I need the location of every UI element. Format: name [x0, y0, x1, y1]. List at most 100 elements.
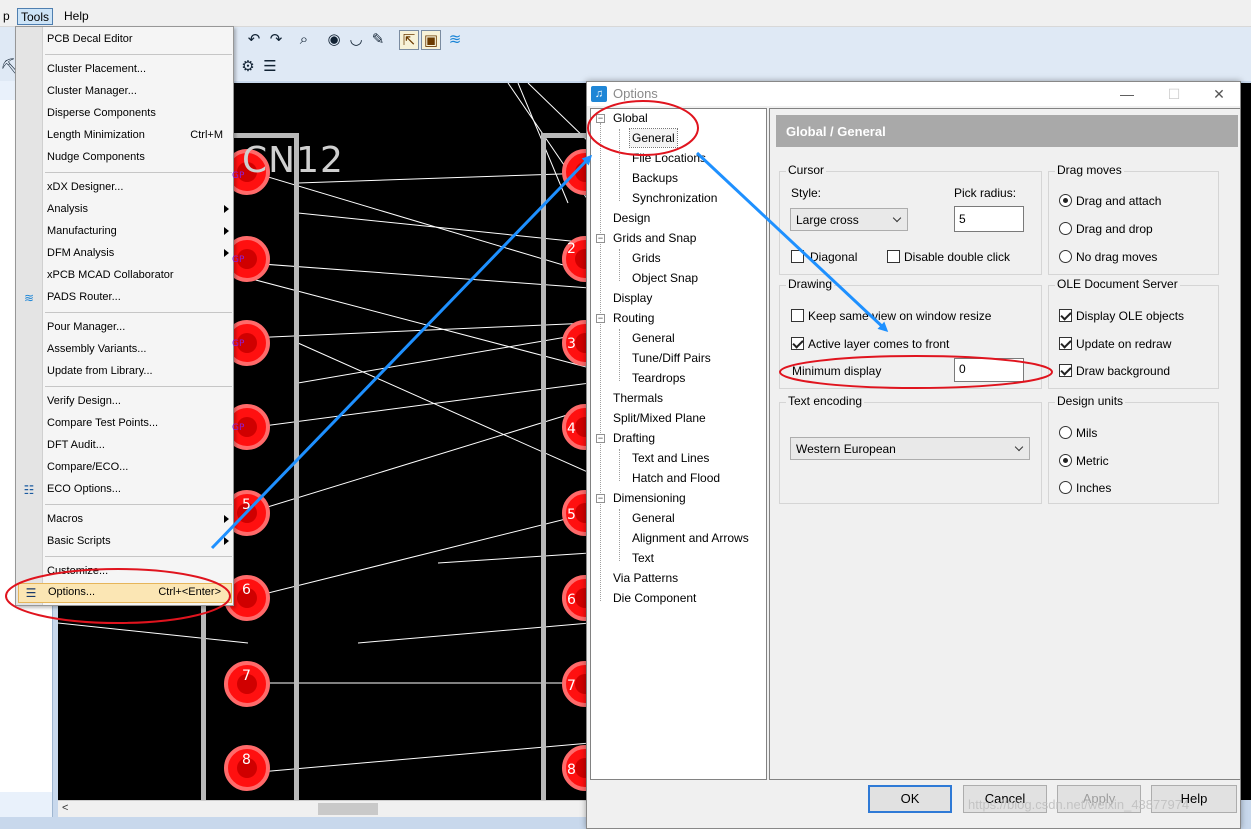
menu-item-macros[interactable]: Macros [43, 510, 233, 530]
tree-node-global-general[interactable]: General [629, 128, 678, 148]
tree-node-routing[interactable]: Routing [613, 309, 654, 327]
tree-node-alignment-and-arrows[interactable]: Alignment and Arrows [632, 529, 749, 547]
tree-node-grids[interactable]: Grids [632, 249, 661, 267]
minimum-display-input[interactable]: 0 [954, 358, 1024, 382]
tree-node-object-snap[interactable]: Object Snap [632, 269, 698, 287]
view-icon[interactable]: ◉ [324, 30, 344, 50]
cursor-style-select[interactable]: Large cross [790, 208, 908, 231]
active-layer-front-checkbox[interactable] [791, 337, 804, 350]
tools-menu: PCB Decal Editor Cluster Placement... Cl… [15, 26, 234, 606]
menu-item-dft-audit[interactable]: DFT Audit... [43, 436, 233, 456]
window-mode-icon[interactable]: ▣ [421, 30, 441, 50]
drag-and-drop-radio[interactable] [1059, 222, 1072, 235]
tree-node-synchronization[interactable]: Synchronization [632, 189, 717, 207]
scroll-thumb[interactable] [318, 803, 378, 815]
update-on-redraw-checkbox[interactable] [1059, 337, 1072, 350]
diagonal-checkbox[interactable] [791, 250, 804, 263]
menu-item-manufacturing[interactable]: Manufacturing [43, 222, 233, 242]
redo-icon[interactable]: ↷ [266, 30, 286, 50]
tree-node-display[interactable]: Display [613, 289, 652, 307]
menu-item-analysis[interactable]: Analysis [43, 200, 233, 220]
tree-collapse-icon[interactable]: − [596, 434, 605, 443]
menu-item-basic-scripts[interactable]: Basic Scripts [43, 532, 233, 552]
metric-radio[interactable] [1059, 454, 1072, 467]
tree-node-routing-general[interactable]: General [632, 329, 675, 347]
menu-item-xpcb-mcad[interactable]: xPCB MCAD Collaborator [43, 266, 233, 286]
minimize-icon[interactable]: — [1105, 84, 1149, 104]
menu-item-pour-manager[interactable]: Pour Manager... [43, 318, 233, 338]
menu-item-pads-router[interactable]: PADS Router... [43, 288, 233, 308]
keep-same-view-checkbox[interactable] [791, 309, 804, 322]
menu-item-cluster-manager[interactable]: Cluster Manager... [43, 82, 233, 102]
tree-node-text-and-lines[interactable]: Text and Lines [632, 449, 709, 467]
menu-item-xdx-designer[interactable]: xDX Designer... [43, 178, 233, 198]
menu-item-customize[interactable]: Customize... [43, 562, 233, 582]
maximize-icon[interactable]: ☐ [1152, 84, 1196, 104]
tree-node-dimensioning-general[interactable]: General [632, 509, 675, 527]
menu-item-update-from-library[interactable]: Update from Library... [43, 362, 233, 382]
minimum-display-label: Minimum display [792, 364, 882, 378]
menu-partial[interactable]: p [0, 8, 13, 25]
menu-item-disperse-components[interactable]: Disperse Components [43, 104, 233, 124]
menu-item-length-minimization[interactable]: Length Minimization Ctrl+M [43, 126, 233, 146]
router-icon[interactable]: ≋ [445, 30, 465, 50]
close-icon[interactable]: ✕ [1197, 84, 1241, 104]
group-cursor: Cursor Style: Large cross Pick radius: 5… [779, 163, 1042, 275]
tree-node-die-component[interactable]: Die Component [613, 589, 696, 607]
zoom-icon[interactable]: ⌕ [294, 30, 314, 50]
no-drag-moves-radio[interactable] [1059, 250, 1072, 263]
tree-collapse-icon[interactable]: − [596, 494, 605, 503]
tree-collapse-icon[interactable]: − [596, 234, 605, 243]
ok-button[interactable]: OK [868, 785, 952, 813]
tree-node-design[interactable]: Design [613, 209, 650, 227]
tree-node-teardrops[interactable]: Teardrops [632, 369, 685, 387]
menu-item-eco-options[interactable]: ECO Options... [43, 480, 233, 500]
undo-icon[interactable]: ↶ [244, 30, 264, 50]
tree-node-tune-diff-pairs[interactable]: Tune/Diff Pairs [632, 349, 711, 367]
tree-node-thermals[interactable]: Thermals [613, 389, 663, 407]
menu-item-options[interactable]: ☰ Options... Ctrl+<Enter> [18, 583, 232, 603]
tree-node-hatch-and-flood[interactable]: Hatch and Flood [632, 469, 720, 487]
disable-double-click-checkbox[interactable] [887, 250, 900, 263]
menu-tools[interactable]: Tools [17, 8, 54, 25]
drag-and-attach-radio[interactable] [1059, 194, 1072, 207]
brush-icon[interactable]: ✎ [368, 30, 388, 50]
menu-item-label: Analysis [47, 203, 88, 215]
menu-help[interactable]: Help [61, 8, 92, 25]
menu-item-compare-test-points[interactable]: Compare Test Points... [43, 414, 233, 434]
properties-icon[interactable]: ⚙ [238, 57, 258, 77]
select-mode-icon[interactable]: ⇱ [399, 30, 419, 50]
tree-collapse-icon[interactable]: − [596, 114, 605, 123]
menu-item-verify-design[interactable]: Verify Design... [43, 392, 233, 412]
menu-item-assembly-variants[interactable]: Assembly Variants... [43, 340, 233, 360]
tree-collapse-icon[interactable]: − [596, 314, 605, 323]
menu-item-cluster-placement[interactable]: Cluster Placement... [43, 60, 233, 80]
pad-number-right: 3 [567, 336, 576, 352]
inches-radio[interactable] [1059, 481, 1072, 494]
text-encoding-select[interactable]: Western European [790, 437, 1030, 460]
redraw-icon[interactable]: ◡ [346, 30, 366, 50]
display-ole-checkbox[interactable] [1059, 309, 1072, 322]
tree-node-global[interactable]: Global [613, 109, 648, 127]
list-icon[interactable]: ☰ [260, 57, 280, 77]
tree-node-dimensioning[interactable]: Dimensioning [613, 489, 686, 507]
tree-node-grids-and-snap[interactable]: Grids and Snap [613, 229, 696, 247]
dialog-titlebar[interactable]: ♫ Options — ☐ ✕ [587, 82, 1240, 106]
menu-item-compare-eco[interactable]: Compare/ECO... [43, 458, 233, 478]
menu-item-dfm-analysis[interactable]: DFM Analysis [43, 244, 233, 264]
scroll-left-icon[interactable]: < [62, 802, 68, 814]
mils-radio[interactable] [1059, 426, 1072, 439]
tree-node-file-locations[interactable]: File Locations [632, 149, 706, 167]
menu-item-nudge-components[interactable]: Nudge Components [43, 148, 233, 168]
pick-radius-input[interactable]: 5 [954, 206, 1024, 232]
tree-node-backups[interactable]: Backups [632, 169, 678, 187]
tree-node-split-mixed-plane[interactable]: Split/Mixed Plane [613, 409, 706, 427]
menu-item-pcb-decal-editor[interactable]: PCB Decal Editor [43, 30, 233, 50]
tree-node-via-patterns[interactable]: Via Patterns [613, 569, 678, 587]
tree-node-text[interactable]: Text [632, 549, 654, 567]
tree-node-drafting[interactable]: Drafting [613, 429, 655, 447]
horizontal-scrollbar[interactable]: < [58, 800, 590, 817]
menu-item-label: Pour Manager... [47, 321, 126, 333]
draw-background-checkbox[interactable] [1059, 364, 1072, 377]
menu-item-label: Manufacturing [47, 225, 117, 237]
